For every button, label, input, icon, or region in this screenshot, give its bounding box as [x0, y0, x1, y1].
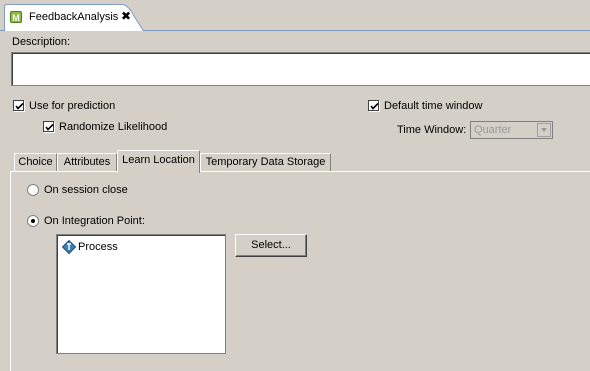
randomize-likelihood-label: Randomize Likelihood — [59, 121, 168, 133]
on-integration-point-radio[interactable] — [27, 215, 39, 227]
description-field[interactable] — [11, 52, 590, 86]
close-icon[interactable]: ✖ — [121, 9, 131, 23]
checkmark-icon — [370, 102, 379, 110]
randomize-likelihood-checkbox[interactable] — [43, 121, 54, 132]
description-label: Description: — [12, 36, 71, 48]
process-diamond-icon — [62, 240, 76, 254]
list-item-label: Process — [78, 241, 118, 253]
tab-choice[interactable]: Choice — [14, 153, 57, 172]
time-window-label: Time Window: — [397, 124, 467, 136]
time-window-select[interactable]: Quarter — [470, 121, 553, 139]
select-button[interactable]: Select... — [235, 234, 307, 257]
default-time-window-label: Default time window — [384, 100, 483, 112]
editor-tab-strip: M FeedbackAnalysis ✖ — [0, 0, 590, 31]
editor-tab-feedbackanalysis[interactable]: M FeedbackAnalysis ✖ — [4, 4, 144, 31]
integration-point-list[interactable]: Process — [56, 234, 226, 354]
use-for-prediction-checkbox[interactable] — [13, 100, 24, 111]
on-integration-point-label: On Integration Point: — [44, 215, 145, 227]
tab-attributes[interactable]: Attributes — [57, 153, 117, 172]
time-window-value: Quarter — [474, 124, 512, 136]
editor-tab-title: FeedbackAnalysis — [29, 11, 119, 23]
checkmark-icon — [15, 102, 24, 110]
use-for-prediction-label: Use for prediction — [29, 100, 116, 112]
dropdown-button[interactable] — [537, 123, 551, 137]
on-session-close-label: On session close — [44, 184, 128, 196]
chevron-down-icon — [541, 128, 547, 132]
tab-temporary-data-storage[interactable]: Temporary Data Storage — [200, 153, 331, 172]
model-icon: M — [10, 11, 22, 23]
checkmark-icon — [45, 123, 54, 131]
default-time-window-checkbox[interactable] — [368, 100, 379, 111]
on-session-close-radio[interactable] — [27, 184, 39, 196]
tab-learn-location[interactable]: Learn Location — [117, 150, 200, 173]
